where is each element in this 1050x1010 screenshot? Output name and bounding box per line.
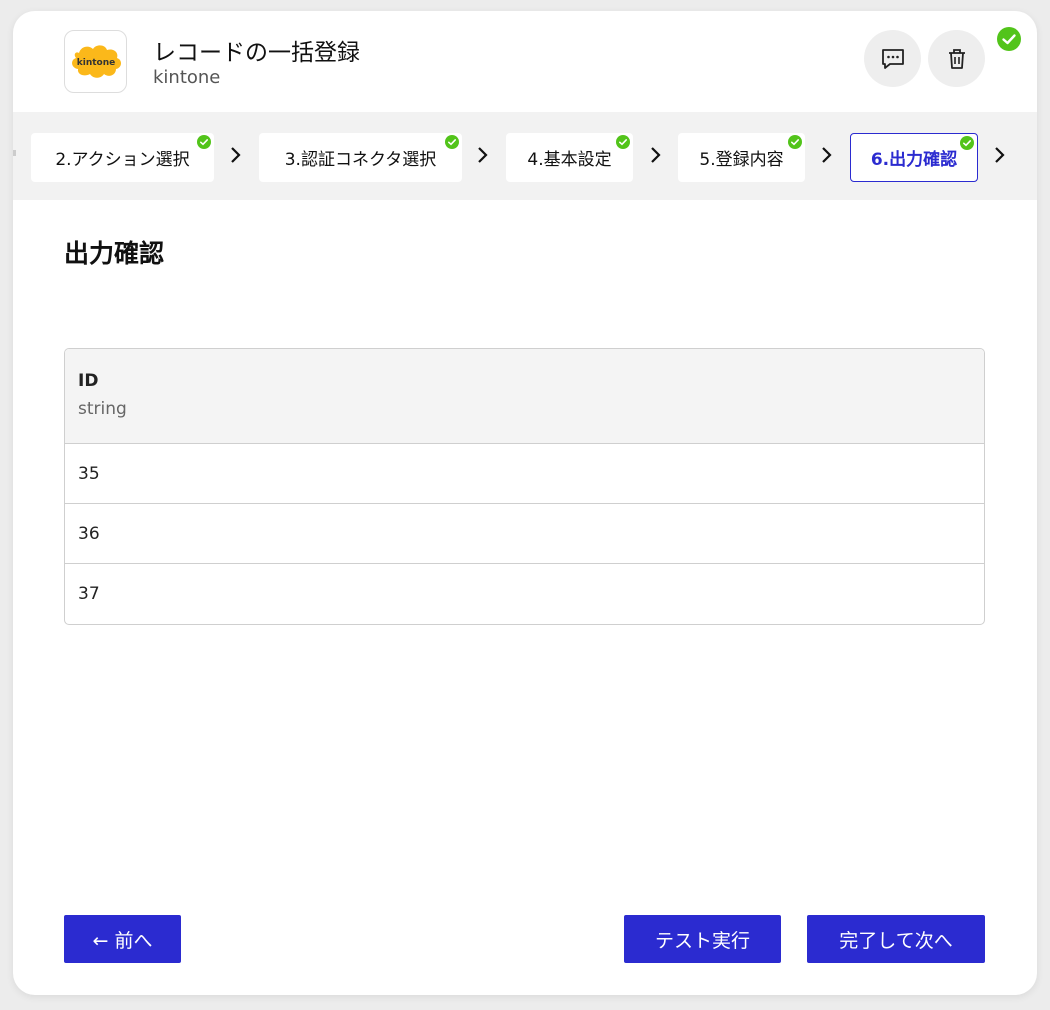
delete-button[interactable]: [928, 30, 985, 87]
test-run-button[interactable]: テスト実行: [624, 915, 781, 963]
step-basic-settings[interactable]: 4.基本設定: [506, 133, 633, 182]
chevron-right-icon[interactable]: [993, 145, 1007, 165]
step-auth-connector[interactable]: 3.認証コネクタ選択: [259, 133, 462, 182]
step-registration-content[interactable]: 5.登録内容: [678, 133, 805, 182]
prev-button[interactable]: ← 前へ: [64, 915, 181, 963]
step-label: 5.登録内容: [699, 150, 784, 170]
comment-icon: [881, 48, 904, 69]
page-header-title: レコードの一括登録: [153, 40, 360, 66]
section-title: 出力確認: [64, 239, 165, 268]
chevron-right-icon: [822, 147, 832, 163]
table-row: 35: [65, 444, 984, 504]
kintone-logo: kintone: [64, 30, 127, 93]
check-icon: [197, 135, 211, 149]
complete-next-button[interactable]: 完了して次へ: [807, 915, 985, 963]
chevron-right-icon: [651, 147, 661, 163]
status-check-icon: [997, 27, 1021, 51]
table-cell: 37: [78, 584, 100, 604]
table-cell: 36: [78, 523, 100, 544]
check-icon: [445, 135, 459, 149]
step-action-select[interactable]: 2.アクション選択: [31, 133, 214, 182]
step-navigation: 2.アクション選択 3.認証コネクタ選択 4.基本設定 5.登録内容 6.出力確…: [13, 112, 1037, 200]
table-cell: 35: [78, 463, 100, 484]
kintone-logo-text: kintone: [77, 58, 115, 68]
table-row: 37: [65, 564, 984, 624]
dialog-card: kintone レコードの一括登録 kintone 2.アクション選択 3.認証…: [13, 11, 1037, 995]
chevron-right-icon: [478, 147, 488, 163]
table-row: 36: [65, 504, 984, 564]
column-name: ID: [78, 371, 99, 391]
trash-icon: [948, 48, 965, 69]
chevron-right-icon: [231, 147, 241, 163]
scroll-left-indicator[interactable]: [13, 150, 16, 156]
check-icon: [788, 135, 802, 149]
step-output-confirm[interactable]: 6.出力確認: [850, 133, 978, 182]
comment-button[interactable]: [864, 30, 921, 87]
column-type: string: [78, 399, 127, 419]
check-icon: [960, 136, 974, 150]
app-name: kintone: [153, 67, 221, 88]
step-label: 4.基本設定: [527, 150, 612, 170]
table-header: ID string: [65, 349, 984, 444]
step-label: 6.出力確認: [870, 150, 958, 170]
step-label: 3.認証コネクタ選択: [284, 150, 437, 170]
output-table: ID string 35 36 37: [64, 348, 985, 625]
step-label: 2.アクション選択: [55, 150, 190, 170]
header: kintone レコードの一括登録 kintone: [13, 11, 1037, 112]
check-icon: [616, 135, 630, 149]
